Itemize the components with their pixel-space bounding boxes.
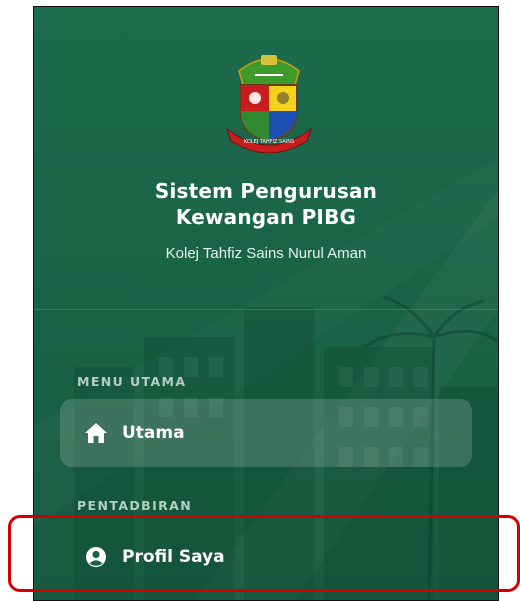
nav-item-profile-label: Profil Saya xyxy=(122,547,225,567)
sidebar-header: KOLEJ TAHFIZ SAINS Sistem Pengurusan Kew… xyxy=(34,7,498,307)
app-title-line2: Kewangan PIBG xyxy=(175,205,357,229)
section-label-admin: PENTADBIRAN xyxy=(77,498,193,513)
home-icon xyxy=(84,421,108,445)
app-title-line1: Sistem Pengurusan xyxy=(154,179,378,203)
nav-item-profile[interactable]: Profil Saya xyxy=(60,523,472,591)
header-divider xyxy=(34,309,498,310)
nav-item-home-label: Utama xyxy=(122,423,185,443)
user-circle-icon xyxy=(84,545,108,569)
nav-item-home[interactable]: Utama xyxy=(60,399,472,467)
app-subtitle: Kolej Tahfiz Sains Nurul Aman xyxy=(165,245,367,262)
school-crest-icon: KOLEJ TAHFIZ SAINS xyxy=(226,55,312,153)
sidebar: KOLEJ TAHFIZ SAINS Sistem Pengurusan Kew… xyxy=(33,6,499,601)
logo-text: KOLEJ TAHFIZ SAINS xyxy=(244,139,294,145)
section-label-main: MENU UTAMA xyxy=(77,374,187,389)
